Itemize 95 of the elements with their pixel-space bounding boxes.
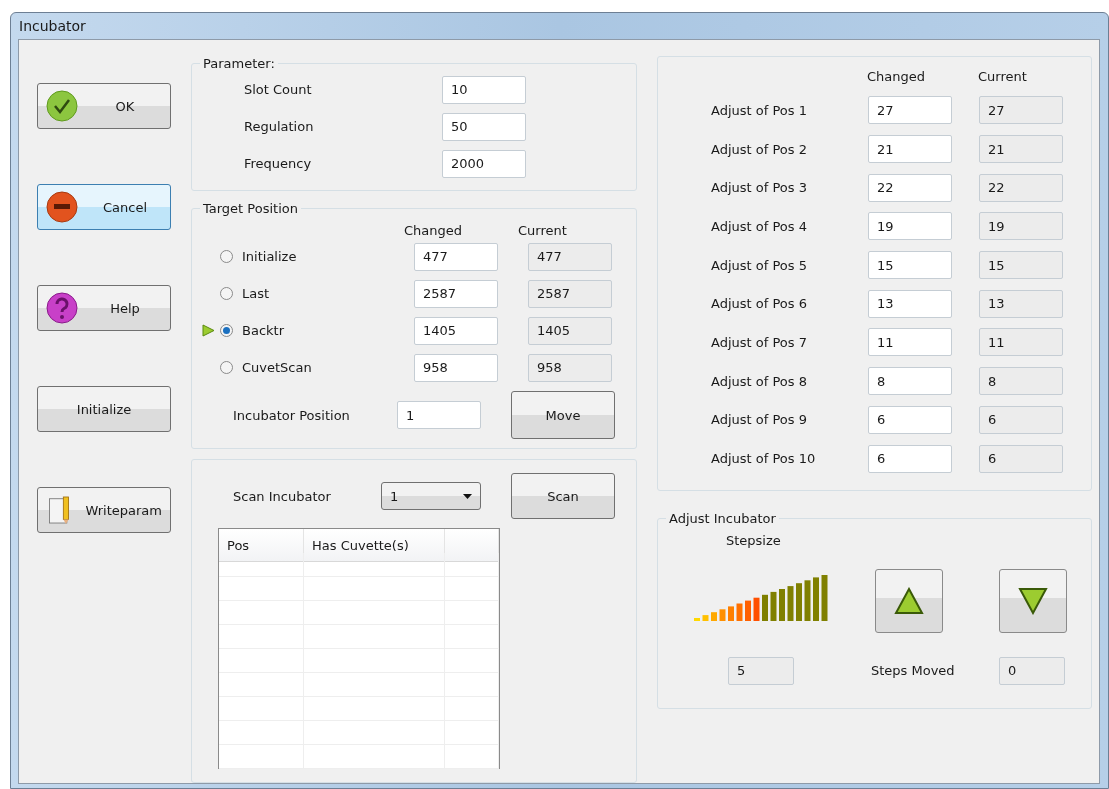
- field-label: Adjust of Pos 1: [711, 102, 808, 118]
- field-label: Adjust of Pos 6: [711, 296, 808, 312]
- radio-label: Initialize: [242, 249, 298, 264]
- group-title: Target Position: [202, 201, 299, 216]
- column-header: Current: [978, 68, 1028, 84]
- readonly-field: 11: [979, 328, 1063, 357]
- radio-label: Backtr: [242, 323, 285, 338]
- table-cell: [445, 577, 499, 601]
- caret-icon: [463, 493, 472, 499]
- table-cell: [445, 745, 499, 769]
- readonly-field: 27: [979, 96, 1063, 125]
- input-field[interactable]: 2000: [442, 149, 526, 178]
- field-label: Stepsize: [725, 533, 782, 549]
- input-field[interactable]: 21: [868, 135, 952, 164]
- radio-label: Last: [242, 286, 271, 301]
- field-label: Steps Moved: [870, 663, 956, 679]
- input-field[interactable]: 6: [868, 405, 952, 434]
- readonly-field: 6: [979, 444, 1063, 473]
- input-field[interactable]: 22: [868, 173, 952, 202]
- readonly-field: 477: [528, 242, 612, 271]
- input-field[interactable]: 10: [442, 75, 526, 104]
- readonly-field: 958: [528, 353, 612, 382]
- field-label: Incubator Position: [233, 407, 351, 423]
- table-cell: [445, 721, 499, 745]
- minus-icon: [46, 191, 78, 223]
- readonly-field: 6: [979, 405, 1063, 434]
- column-header: Has Cuvette(s): [304, 529, 445, 562]
- column-header: Changed: [404, 223, 464, 238]
- field-label: Adjust of Pos 3: [711, 180, 808, 196]
- table-cell: [445, 649, 499, 673]
- dialog-button[interactable]: Initialize: [37, 386, 171, 432]
- input-field[interactable]: 13: [868, 289, 952, 318]
- check-icon: [46, 90, 78, 122]
- radio-label: CuvetScan: [242, 360, 313, 375]
- readonly-field: 13: [979, 289, 1063, 318]
- table-cell: [445, 553, 499, 577]
- field-label: Scan Incubator: [233, 488, 332, 504]
- input-field[interactable]: 8: [868, 367, 952, 396]
- field-label: Adjust of Pos 2: [711, 141, 808, 157]
- field-label: Adjust of Pos 10: [711, 451, 817, 467]
- input-field[interactable]: 27: [868, 96, 952, 125]
- column-header: Current: [518, 223, 568, 238]
- input-field[interactable]: 477: [414, 242, 498, 271]
- column-header: Changed: [867, 68, 927, 84]
- readonly-field: 15: [979, 251, 1063, 280]
- field-label: Frequency: [244, 156, 313, 171]
- dialog-button[interactable]: Cancel: [37, 184, 171, 230]
- input-field[interactable]: 15: [868, 251, 952, 280]
- input-field[interactable]: 19: [868, 212, 952, 241]
- table-cell: [445, 673, 499, 697]
- dialog-button[interactable]: Help: [37, 285, 171, 331]
- down-button[interactable]: [999, 568, 1067, 633]
- dialog-button[interactable]: Writeparam: [37, 487, 171, 533]
- radio-button[interactable]: [220, 361, 233, 374]
- input-field[interactable]: 11: [868, 328, 952, 357]
- table-cell: [445, 601, 499, 625]
- input-field[interactable]: 958: [414, 353, 498, 382]
- input-field[interactable]: 50: [442, 112, 526, 141]
- field-label: Regulation: [244, 119, 315, 134]
- input-field[interactable]: 2587: [414, 279, 498, 308]
- field-label: Adjust of Pos 4: [711, 218, 808, 234]
- readonly-field: 5: [728, 656, 794, 685]
- down-triangle-icon: [1018, 586, 1048, 615]
- help-icon: [46, 292, 78, 324]
- scan-button[interactable]: Scan: [511, 473, 615, 519]
- field-label: Adjust of Pos 5: [711, 257, 808, 273]
- radio-button[interactable]: [220, 287, 233, 300]
- readonly-field: 8: [979, 367, 1063, 396]
- readonly-field: 22: [979, 173, 1063, 202]
- up-button[interactable]: [875, 568, 943, 633]
- dialog-button[interactable]: OK: [37, 83, 171, 129]
- window-title: Incubator: [19, 18, 86, 34]
- input-field[interactable]: 1405: [414, 316, 498, 345]
- group-title: Adjust Incubator: [668, 510, 777, 526]
- readonly-field: 19: [979, 212, 1063, 241]
- input-field[interactable]: 6: [868, 444, 952, 473]
- column-header: Pos: [219, 529, 304, 562]
- input-field[interactable]: 1: [397, 401, 481, 429]
- radio-button[interactable]: [220, 324, 233, 337]
- up-triangle-icon: [894, 586, 924, 615]
- readonly-field: 1405: [528, 316, 612, 345]
- field-label: Slot Count: [244, 82, 313, 97]
- field-label: Adjust of Pos 8: [711, 373, 808, 389]
- header-cell: [445, 529, 499, 562]
- table-cell: [445, 625, 499, 649]
- move-button[interactable]: Move: [511, 391, 615, 439]
- readonly-field: 2587: [528, 279, 612, 308]
- radio-button[interactable]: [220, 250, 233, 263]
- group-title: Parameter:: [202, 56, 276, 71]
- readonly-field: 0: [999, 656, 1065, 685]
- table-cell: [445, 697, 499, 721]
- field-label: Adjust of Pos 9: [711, 412, 808, 428]
- readonly-field: 21: [979, 135, 1063, 164]
- dropdown[interactable]: 1: [381, 482, 481, 510]
- field-label: Adjust of Pos 7: [711, 334, 808, 350]
